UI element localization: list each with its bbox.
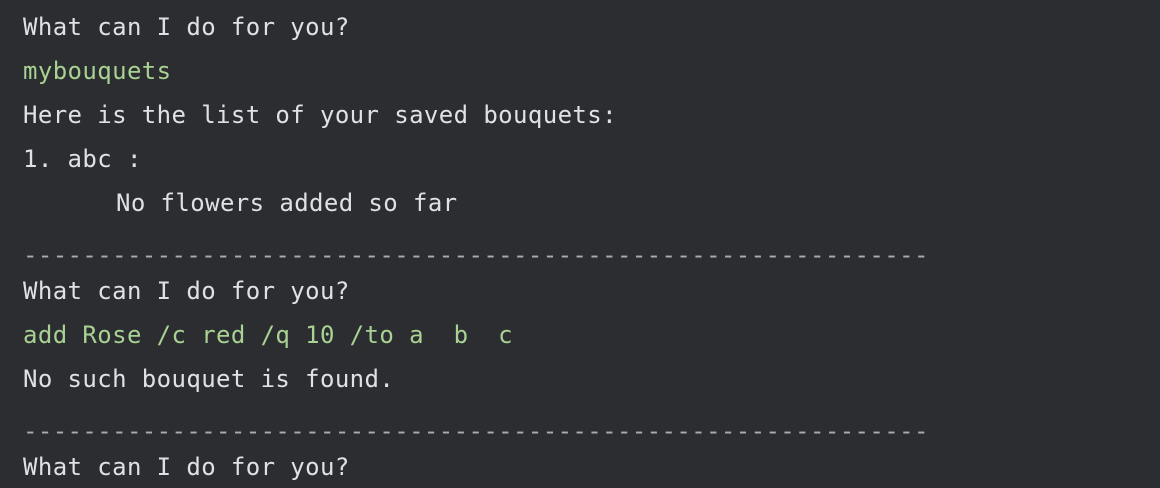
user-command-line: mybouquets — [23, 57, 172, 85]
output-line: Here is the list of your saved bouquets: — [23, 101, 617, 129]
separator-line: ----------------------------------------… — [23, 417, 929, 445]
output-line: No such bouquet is found. — [23, 365, 395, 393]
output-line: No flowers added so far — [116, 189, 458, 217]
prompt-line: What can I do for you? — [23, 13, 350, 41]
separator-line: ----------------------------------------… — [23, 241, 929, 269]
user-command-line: add Rose /c red /q 10 /to a b c — [23, 321, 514, 349]
terminal-console[interactable]: What can I do for you? mybouquets Here i… — [0, 0, 1160, 488]
prompt-line: What can I do for you? — [23, 453, 350, 481]
prompt-line: What can I do for you? — [23, 277, 350, 305]
output-line: 1. abc : — [23, 145, 142, 173]
